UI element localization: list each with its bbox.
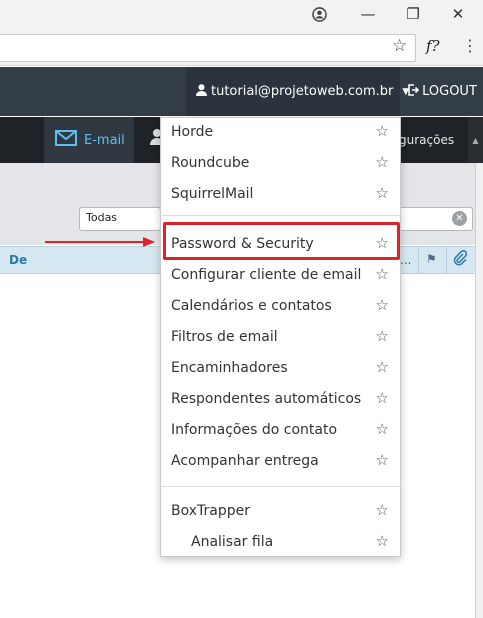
bookmark-star-icon[interactable]: ☆ (392, 36, 407, 56)
annotation-arrow (45, 237, 155, 247)
browser-toolbar (0, 30, 483, 66)
clear-search-icon[interactable]: ✕ (452, 211, 467, 226)
kebab-menu-icon[interactable]: ⋮ (462, 36, 478, 55)
menu-item-label: Acompanhar entrega (171, 452, 319, 469)
star-icon[interactable]: ☆ (376, 184, 389, 202)
star-icon[interactable]: ☆ (376, 122, 389, 140)
menu-item-label: Configurar cliente de email (171, 266, 362, 283)
tab-configuracoes-label: gurações (399, 133, 455, 147)
menu-divider (160, 215, 401, 216)
menu-item-label: Analisar fila (191, 533, 274, 550)
star-icon[interactable]: ☆ (376, 451, 389, 469)
extension-icon[interactable]: f? (426, 37, 440, 55)
restore-icon: ❐ (406, 5, 420, 23)
close-icon: ✕ (451, 5, 465, 23)
star-icon[interactable]: ☆ (376, 389, 389, 407)
user-icon (196, 83, 207, 100)
annotation-highlight-box (163, 222, 400, 260)
column-from[interactable]: De (9, 253, 27, 267)
menu-item-respondentes[interactable]: Respondentes automáticos ☆ (160, 383, 401, 414)
menu-item-label: Roundcube (171, 154, 250, 171)
account-circle-icon[interactable] (308, 4, 330, 24)
menu-divider (160, 486, 401, 487)
tab-email[interactable]: E-mail (44, 117, 134, 163)
menu-item-analisar-fila[interactable]: Analisar fila ☆ (160, 526, 401, 557)
star-icon[interactable]: ☆ (376, 296, 389, 314)
menu-item-squirrelmail[interactable]: SquirrelMail ☆ (160, 178, 401, 209)
logout-label: LOGOUT (422, 84, 477, 99)
logout-button[interactable]: LOGOUT (401, 67, 483, 116)
menu-item-acompanhar-entrega[interactable]: Acompanhar entrega ☆ (160, 445, 401, 476)
menu-item-filtros[interactable]: Filtros de email ☆ (160, 321, 401, 352)
menu-item-label: Respondentes automáticos (171, 390, 362, 407)
menu-item-label: BoxTrapper (171, 502, 250, 519)
menu-item-calendarios[interactable]: Calendários e contatos ☆ (160, 290, 401, 321)
attachment-icon[interactable] (453, 250, 468, 270)
menu-item-label: Informações do contato (171, 421, 338, 438)
envelope-icon (55, 130, 77, 150)
tab-email-label: E-mail (84, 132, 125, 148)
flag-icon[interactable]: ⚑ (426, 252, 437, 266)
scroll-up-icon[interactable]: ▲ (468, 117, 483, 163)
star-icon[interactable]: ☆ (376, 358, 389, 376)
menu-item-roundcube[interactable]: Roundcube ☆ (160, 147, 401, 178)
tab-configuracoes[interactable]: gurações (399, 117, 454, 163)
menu-item-label: Filtros de email (171, 328, 278, 345)
star-icon[interactable]: ☆ (376, 153, 389, 171)
star-icon[interactable]: ☆ (376, 265, 389, 283)
user-email: tutorial@projetoweb.com.br (211, 84, 394, 99)
column-divider (418, 247, 419, 273)
menu-item-label: Calendários e contatos (171, 297, 332, 314)
star-icon[interactable]: ☆ (376, 327, 389, 345)
menu-item-horde[interactable]: Horde ☆ (160, 116, 401, 147)
user-menu-toggle[interactable]: tutorial@projetoweb.com.br ▼ (186, 67, 409, 116)
menu-item-label: SquirrelMail (171, 185, 254, 202)
star-icon[interactable]: ☆ (376, 532, 389, 550)
minimize-icon: — (360, 5, 376, 23)
menu-item-boxtrapper[interactable]: BoxTrapper ☆ (160, 495, 401, 526)
star-icon[interactable]: ☆ (376, 501, 389, 519)
page-scrollbar[interactable] (475, 163, 483, 618)
menu-item-configurar-cliente[interactable]: Configurar cliente de email ☆ (160, 259, 401, 290)
close-window-button[interactable]: ✕ (447, 4, 469, 24)
menu-item-label: Encaminhadores (171, 359, 288, 376)
folder-filter-select[interactable]: Todas (79, 207, 161, 231)
menu-item-informacoes-contato[interactable]: Informações do contato ☆ (160, 414, 401, 445)
restore-button[interactable]: ❐ (402, 4, 424, 24)
menu-item-label: Horde (171, 123, 214, 140)
address-bar[interactable] (0, 34, 416, 62)
menu-item-encaminhadores[interactable]: Encaminhadores ☆ (160, 352, 401, 383)
star-icon[interactable]: ☆ (376, 420, 389, 438)
logout-icon (407, 84, 420, 99)
column-divider (446, 247, 447, 273)
minimize-button[interactable]: — (357, 4, 379, 24)
column-options[interactable]: ... (400, 253, 411, 267)
